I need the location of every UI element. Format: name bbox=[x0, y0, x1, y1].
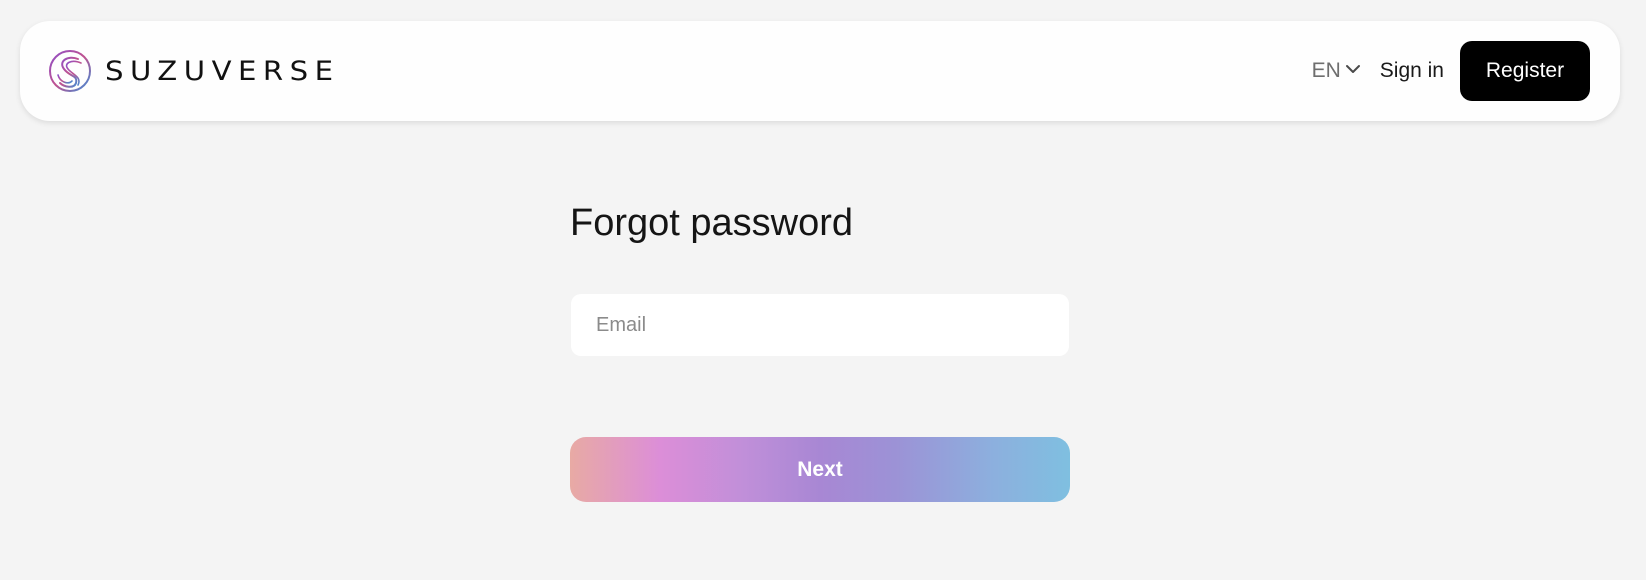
top-navigation-bar: SUZUVERSE EN Sign in Register bbox=[20, 21, 1620, 121]
register-button[interactable]: Register bbox=[1460, 41, 1590, 101]
language-label: EN bbox=[1311, 59, 1341, 82]
email-field[interactable] bbox=[571, 294, 1069, 356]
suzuverse-s-logo-icon bbox=[49, 50, 91, 92]
brand[interactable]: SUZUVERSE bbox=[48, 49, 333, 93]
brand-name: SUZUVERSE bbox=[105, 55, 340, 87]
nav-actions: EN Sign in Register bbox=[1312, 41, 1590, 101]
sign-in-link[interactable]: Sign in bbox=[1380, 59, 1444, 83]
language-selector[interactable]: EN bbox=[1312, 59, 1361, 83]
chevron-down-icon bbox=[1345, 65, 1360, 73]
next-button[interactable]: Next bbox=[570, 437, 1070, 502]
page-title: Forgot password bbox=[570, 202, 854, 244]
